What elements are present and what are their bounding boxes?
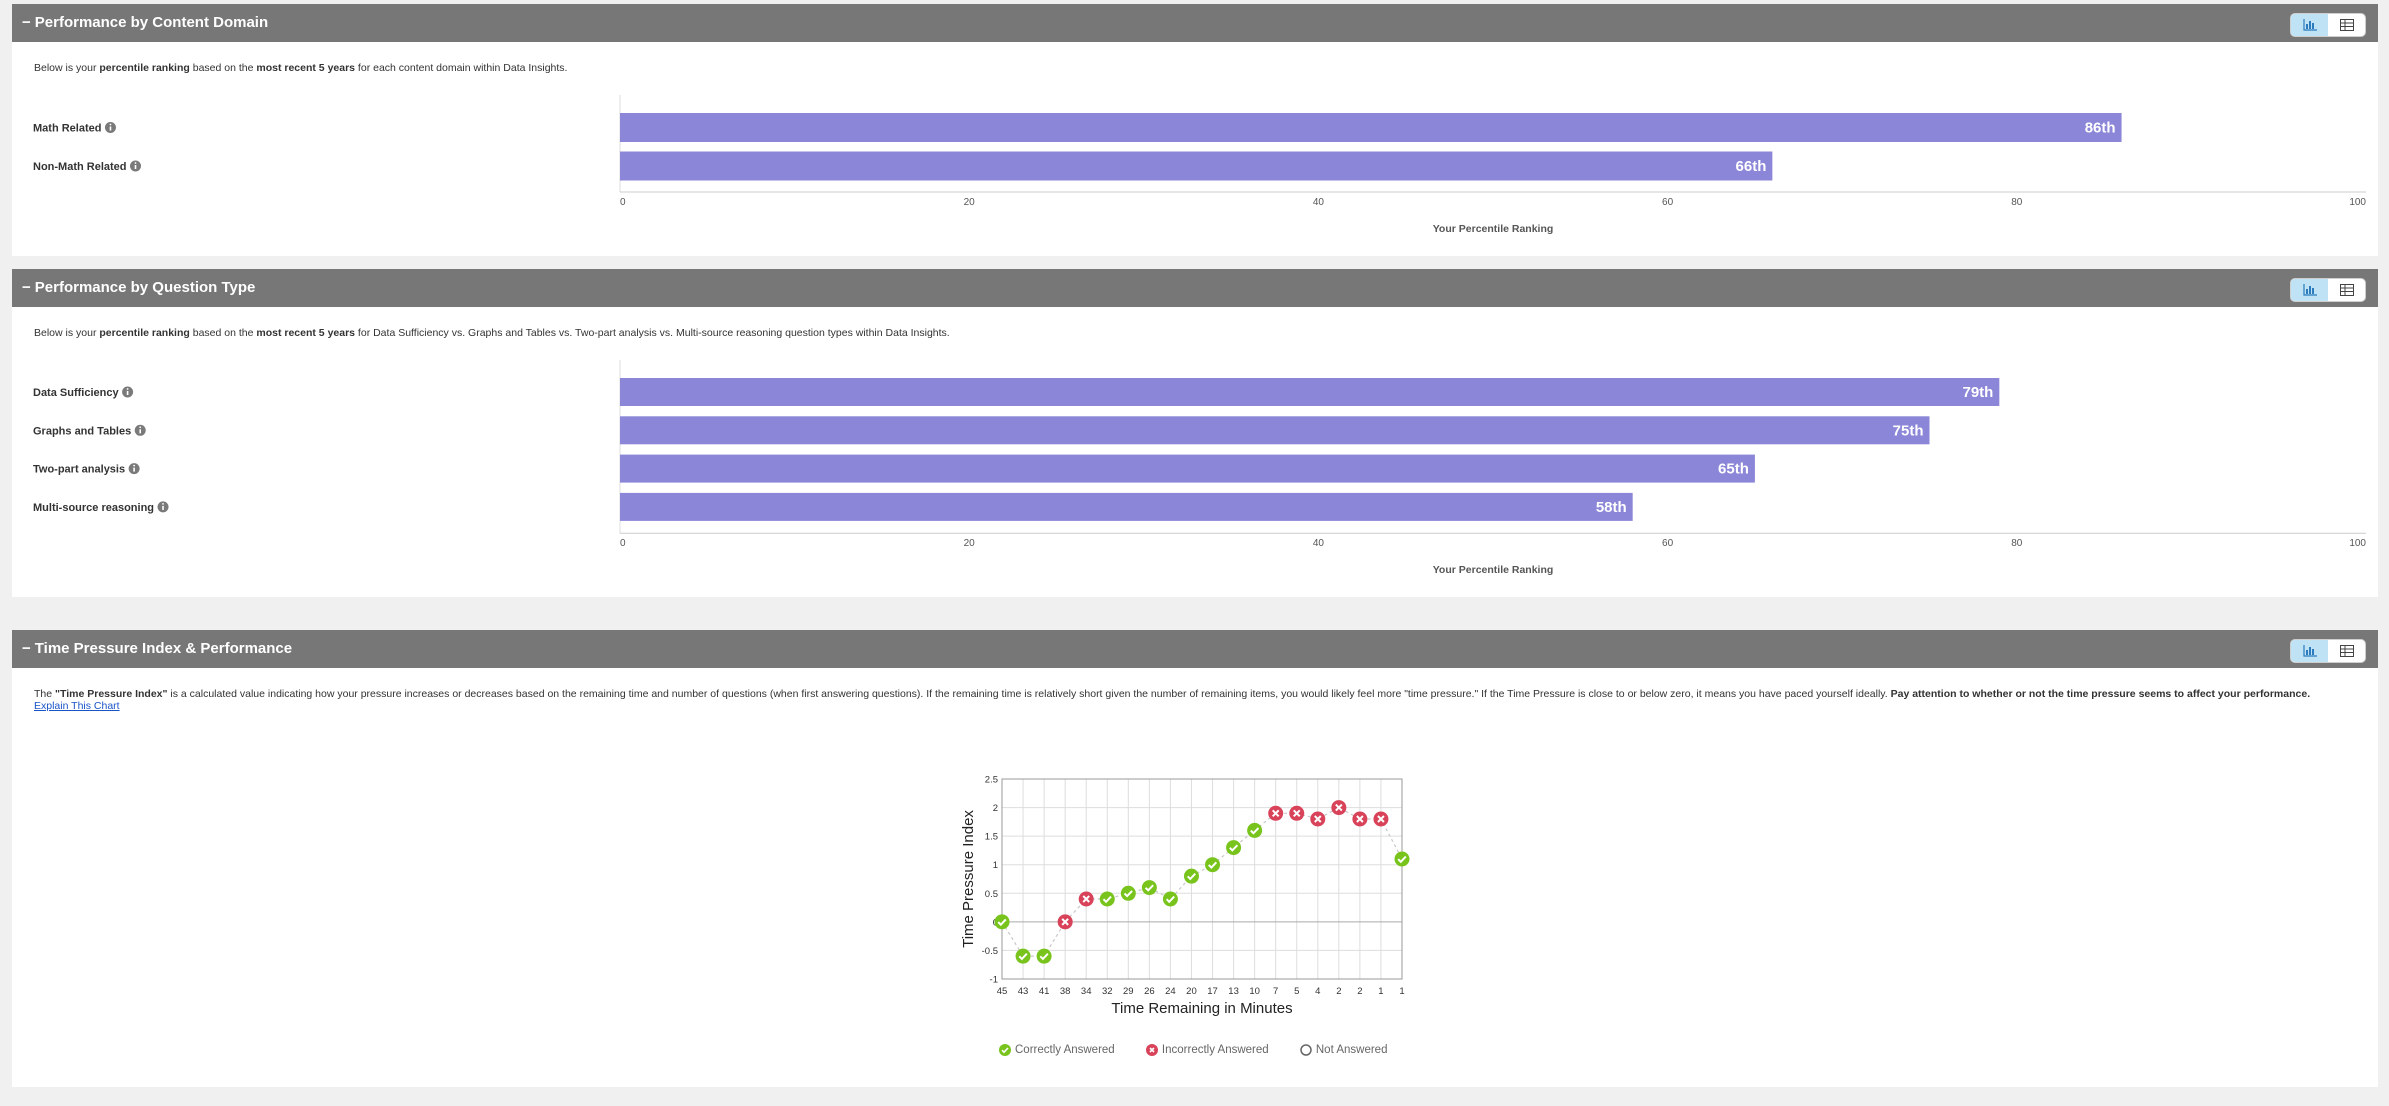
info-icon-stem: [133, 467, 135, 472]
empty-circle-icon: [1300, 1044, 1312, 1056]
bar: [620, 492, 1633, 521]
table-view-button[interactable]: [2328, 640, 2365, 662]
bar: [620, 416, 1930, 445]
x-tick-label: 40: [1313, 538, 1325, 549]
x-tick-label: 60: [1662, 538, 1674, 549]
x-circle-icon: [1145, 1044, 1158, 1056]
explain-chart-link[interactable]: Explain This Chart: [34, 700, 120, 712]
bar: [620, 454, 1755, 483]
bar-value-label: 65th: [1718, 461, 1749, 478]
category-label: Multi-source reasoning: [33, 502, 154, 514]
collapse-toggle[interactable]: −: [22, 630, 31, 668]
category-label: Math Related: [33, 123, 101, 135]
info-icon-dot: [109, 123, 112, 126]
x-tick-label: 80: [2011, 538, 2023, 549]
info-icon-stem: [134, 165, 137, 169]
info-icon-dot: [134, 162, 137, 164]
chart-view-button[interactable]: [2291, 640, 2328, 662]
panel-header: − Time Pressure Index & Performance: [12, 630, 2378, 668]
info-icon-dot: [139, 426, 142, 429]
bar-chart-icon: [2302, 645, 2317, 657]
x-tick-label: 40: [1313, 197, 1325, 208]
x-tick-label: 0: [620, 197, 626, 208]
panel-title: Time Pressure Index & Performance: [34, 640, 293, 657]
bar-chart-question-type: 0 20 40 60 80 100 Your Percentile Ranking Data …: [33, 360, 2366, 576]
category-label: Data Sufficiency: [33, 387, 119, 399]
x-axis-title: Your Percentile Ranking: [1433, 564, 1554, 576]
legend-item-correct[interactable]: Correctly Answered: [999, 1044, 1115, 1056]
bar: [620, 151, 1773, 181]
bar-value-label: 79th: [1962, 384, 1993, 401]
table-icon: [2339, 645, 2354, 657]
x-tick-label: 20: [964, 538, 976, 549]
info-icon-dot: [133, 464, 136, 467]
x-tick-label: 0: [620, 538, 626, 549]
bar-value-label: 58th: [1596, 499, 1627, 516]
bar: [620, 378, 2000, 406]
x-tick-label: 60: [1662, 197, 1674, 208]
x-tick-label: 20: [964, 197, 976, 208]
info-icon-stem: [109, 126, 112, 131]
legend-item-incorrect[interactable]: Incorrectly Answered: [1145, 1044, 1269, 1056]
bar: [620, 113, 2122, 142]
section-description: The "Time Pressure Index" is a calculate…: [34, 688, 2311, 700]
x-tick-label: 80: [2011, 197, 2023, 208]
check-circle-icon: [999, 1044, 1011, 1056]
x-axis-title: Your Percentile Ranking: [1433, 223, 1554, 235]
chart-legend: Correctly Answered Incorrectly Answered …: [999, 1044, 1415, 1059]
bar-chart-content-domain: 0 20 40 60 80 100 Your Percentile Ranking Math …: [33, 95, 2366, 235]
category-label: Graphs and Tables: [33, 425, 131, 437]
info-icon-dot: [126, 388, 129, 390]
panel-time-pressure: − Time Pressure Index & Performance The "…: [12, 630, 2378, 1087]
x-tick-label: 100: [2349, 197, 2366, 208]
category-label: Non-Math Related: [33, 161, 127, 173]
x-tick-label: 100: [2349, 538, 2366, 549]
panel-question-type: − Performance by Question Type Below is y…: [12, 269, 2378, 597]
info-icon-stem: [126, 391, 129, 395]
bar-value-label: 75th: [1893, 422, 1924, 439]
bar-value-label: 86th: [2085, 120, 2116, 137]
panel-content-domain: − Performance by Content Domain Below is …: [12, 4, 2378, 256]
info-icon-dot: [162, 503, 164, 505]
view-toggle: [2290, 639, 2366, 663]
info-icon-stem: [139, 429, 142, 434]
category-label: Two-part analysis: [33, 464, 125, 476]
legend-item-not-answered[interactable]: Not Answered: [1300, 1044, 1387, 1056]
bar-value-label: 66th: [1736, 158, 1767, 175]
info-icon-stem: [162, 505, 164, 510]
